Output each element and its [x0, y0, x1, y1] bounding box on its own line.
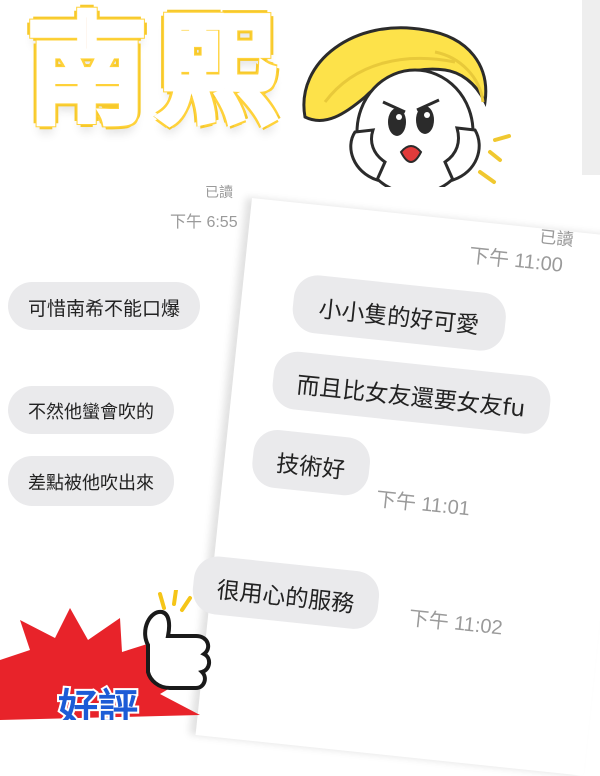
- message-time: 下午 11:01: [375, 488, 471, 521]
- message-time: 下午 11:02: [407, 607, 504, 640]
- good-review-badge: 好評: [0, 590, 211, 720]
- chat-bubble: 可惜南希不能口爆: [8, 282, 201, 330]
- badge-text: 好評: [57, 686, 138, 720]
- title-char-2: 熙: [155, 2, 279, 140]
- cartoon-girl-illustration: [302, 26, 511, 187]
- message-time: 下午 6:55: [170, 214, 238, 231]
- title-char-1: 南: [25, 2, 149, 140]
- thumbs-up-icon: [143, 590, 211, 690]
- chat-bubble: 不然他蠻會吹的: [8, 386, 174, 434]
- chat-bubble: 差點被他吹出來: [8, 456, 174, 506]
- title-banner: 南 熙: [10, 6, 300, 156]
- chat-bubble: 小小隻的好可愛: [290, 273, 509, 353]
- read-status: 已讀: [205, 184, 233, 200]
- chat-bubble: 技術好: [249, 427, 373, 498]
- chat-bubble: 而且比女友還要女友fu: [270, 349, 553, 437]
- background-strip: [582, 0, 600, 175]
